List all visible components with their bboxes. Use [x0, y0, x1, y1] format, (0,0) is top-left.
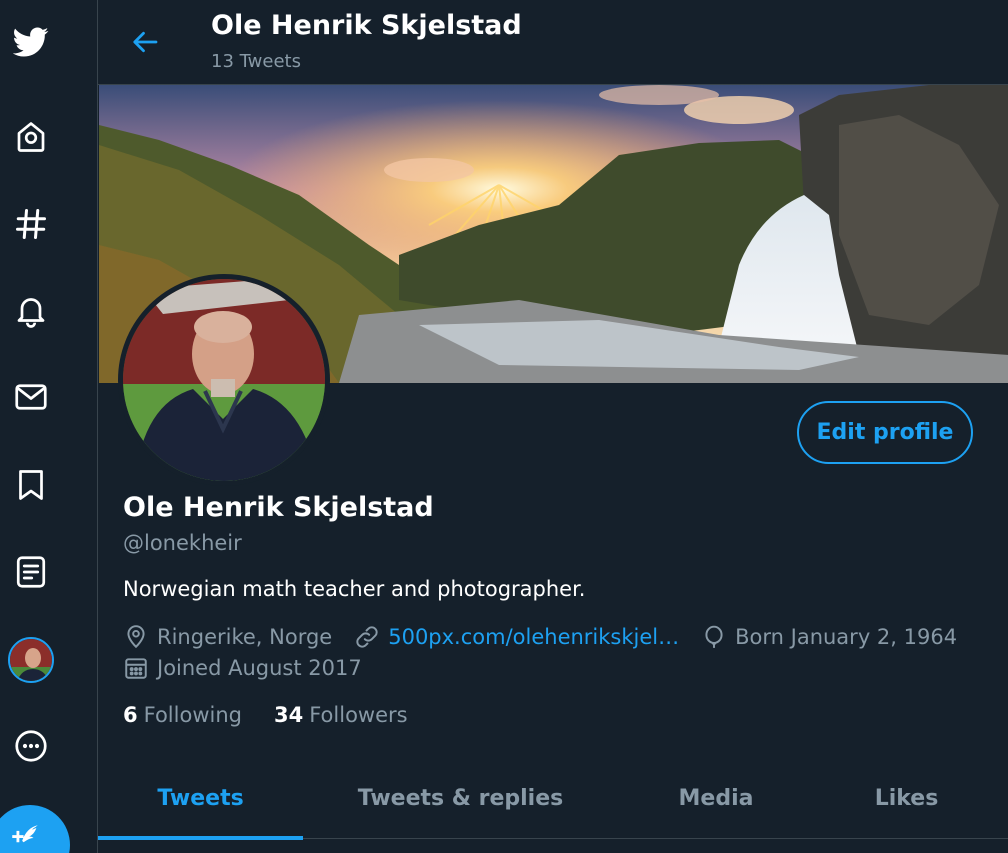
- profile-tabs: Tweets Tweets & replies Media Likes: [98, 757, 1008, 840]
- tab-likes[interactable]: Likes: [814, 757, 999, 839]
- follow-stats: 6 Following 34 Followers: [123, 703, 440, 727]
- twitter-logo-icon[interactable]: [9, 20, 53, 64]
- calendar-icon: [125, 658, 147, 679]
- following-label: Following: [143, 703, 242, 727]
- messages-envelope-icon[interactable]: [9, 375, 53, 419]
- profile-meta-row: Ringerike, Norge 500px.com/olehenrikskje…: [123, 624, 979, 650]
- compose-tweet-button[interactable]: [0, 805, 70, 853]
- profile-header-bar: Ole Henrik Skjelstad 13 Tweets: [98, 0, 1008, 85]
- header-title: Ole Henrik Skjelstad: [211, 10, 522, 41]
- balloon-icon: [705, 625, 723, 648]
- profile-name: Ole Henrik Skjelstad: [123, 492, 434, 523]
- profile-bio: Norwegian math teacher and photographer.: [123, 577, 586, 601]
- following-count: 6: [123, 703, 138, 727]
- followers-count: 34: [273, 703, 304, 727]
- location-pin-icon: [127, 625, 145, 649]
- birthday-item: Born January 2, 1964: [701, 624, 957, 650]
- tab-tweets-and-replies[interactable]: Tweets & replies: [303, 757, 618, 839]
- location-item: Ringerike, Norge: [123, 624, 332, 650]
- profile-meta-row-2: Joined August 2017: [123, 655, 384, 681]
- following-link[interactable]: 6 Following: [123, 703, 242, 727]
- joined-text: Joined August 2017: [157, 656, 362, 680]
- followers-link[interactable]: 34 Followers: [274, 703, 408, 727]
- profile-column: Ole Henrik Skjelstad 13 Tweets Edit prof…: [97, 0, 1008, 853]
- birthday-text: Born January 2, 1964: [735, 625, 958, 649]
- website-link[interactable]: 500px.com/olehenrikskjel…: [388, 625, 679, 649]
- tab-media[interactable]: Media: [618, 757, 814, 839]
- profile-avatar[interactable]: [8, 637, 54, 683]
- more-icon[interactable]: [9, 724, 53, 768]
- explore-hashtag-icon[interactable]: [9, 202, 53, 246]
- bookmarks-icon[interactable]: [9, 463, 53, 507]
- header-tweet-count: 13 Tweets: [211, 51, 301, 72]
- lists-icon[interactable]: [9, 550, 53, 594]
- profile-handle: @lonekheir: [123, 531, 242, 555]
- location-text: Ringerike, Norge: [157, 625, 333, 649]
- edit-profile-button[interactable]: Edit profile: [797, 401, 973, 464]
- side-navigation: [0, 0, 70, 853]
- compose-tweet-icon: [12, 825, 38, 843]
- notifications-bell-icon[interactable]: [9, 288, 53, 332]
- tab-tweets[interactable]: Tweets: [98, 757, 303, 840]
- joined-item: Joined August 2017: [123, 655, 362, 681]
- back-arrow-icon: [133, 31, 158, 53]
- home-icon[interactable]: [9, 115, 53, 159]
- followers-label: Followers: [309, 703, 408, 727]
- back-button[interactable]: [126, 22, 166, 62]
- website-item: 500px.com/olehenrikskjel…: [354, 624, 679, 650]
- link-icon: [356, 626, 378, 648]
- profile-photo[interactable]: [118, 274, 330, 486]
